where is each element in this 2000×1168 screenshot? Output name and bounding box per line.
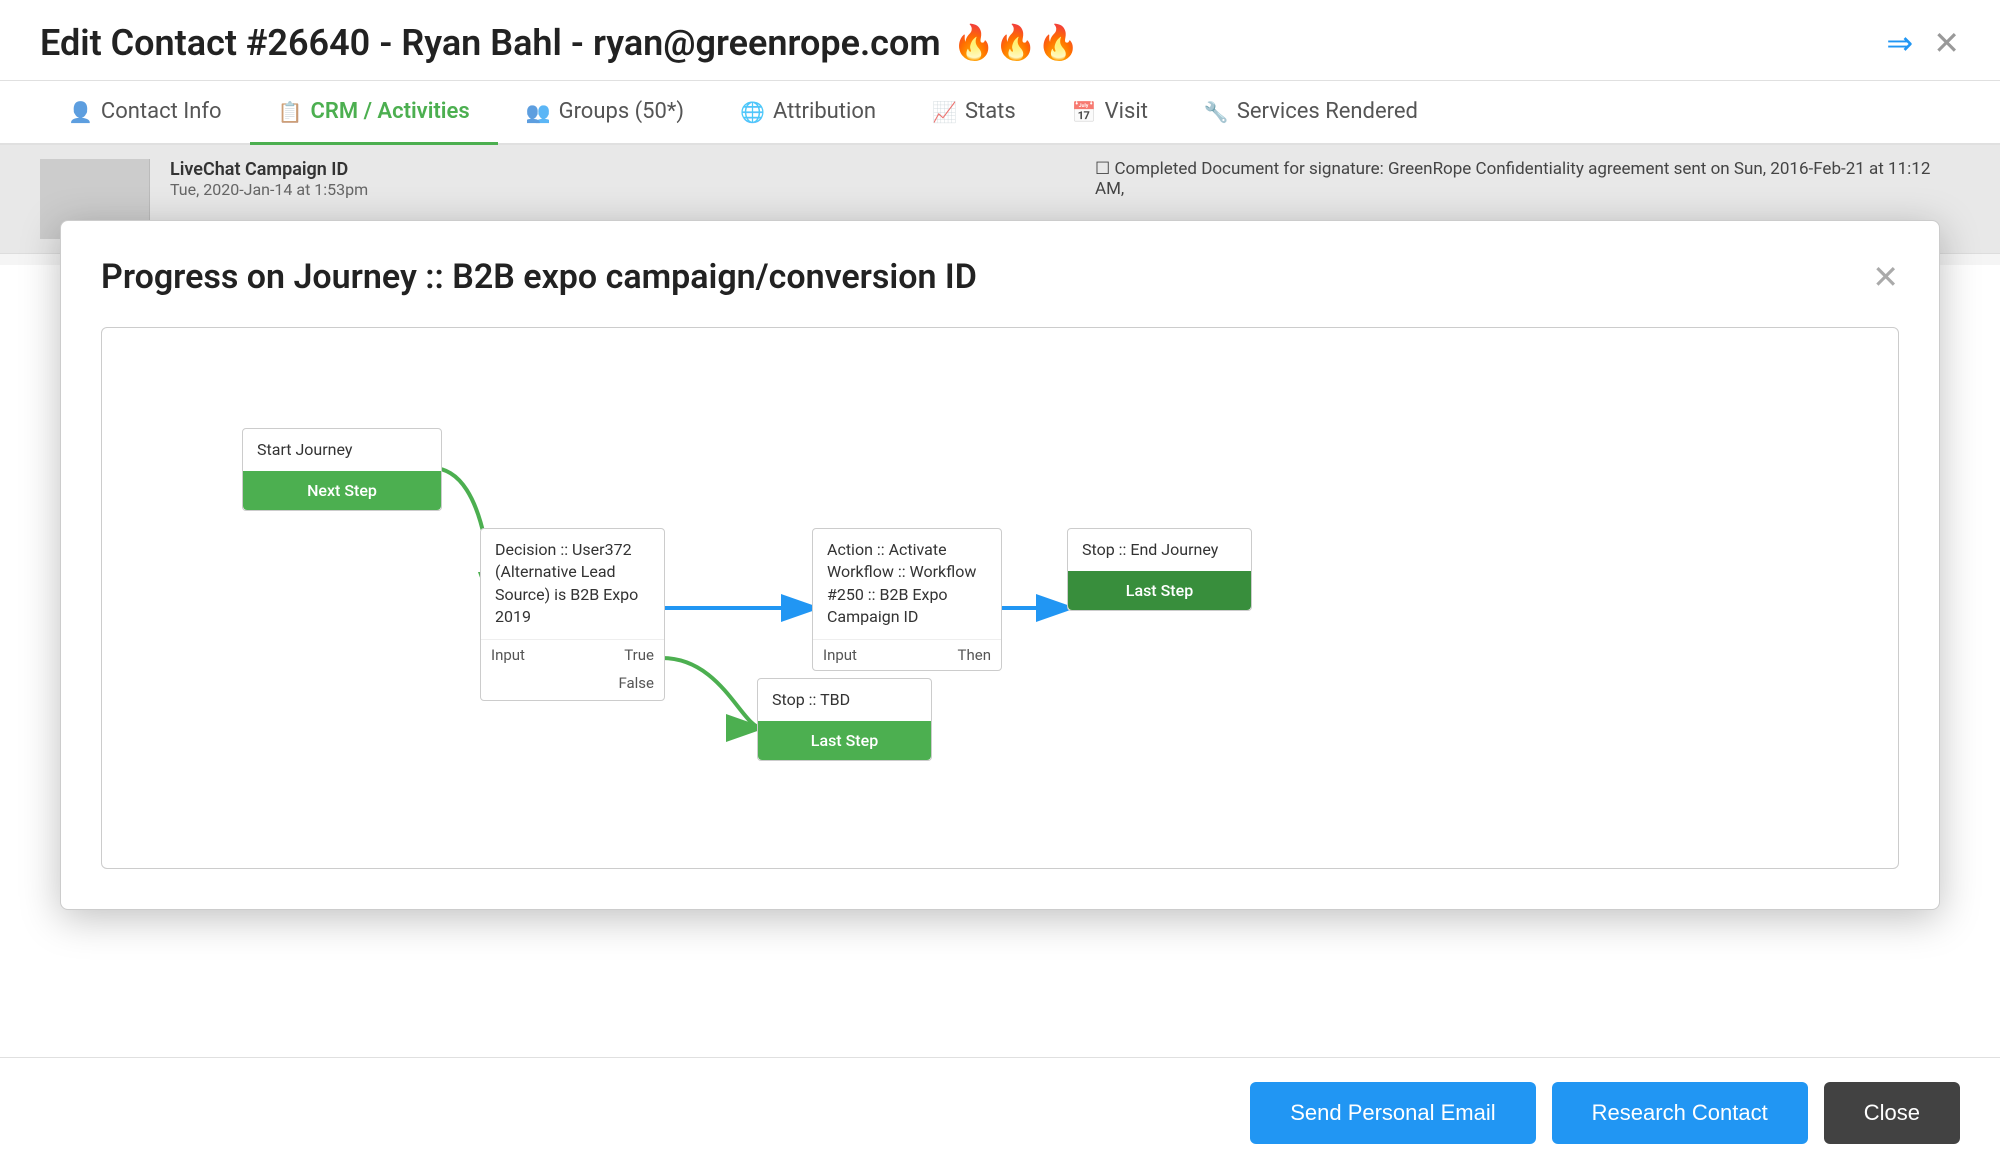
decision-node: Decision :: User372 (Alternative Lead So… [480, 528, 665, 701]
header-actions: ⇒ ✕ [1886, 24, 1960, 62]
navigate-arrow-icon[interactable]: ⇒ [1886, 24, 1913, 62]
stop-end-node: Stop :: End Journey Last Step [1067, 528, 1252, 611]
services-icon: 🔧 [1204, 100, 1229, 124]
tab-visit[interactable]: 📅 Visit [1044, 81, 1176, 145]
modal-title: Progress on Journey :: B2B expo campaign… [101, 257, 977, 297]
tab-contact-info[interactable]: 👤 Contact Info [40, 81, 250, 145]
journey-container: Start Journey Next Step Decision :: User… [101, 327, 1899, 869]
action-then-label: Then [958, 646, 991, 664]
stop-tbd-node: Stop :: TBD Last Step [757, 678, 932, 761]
stop-end-btn[interactable]: Last Step [1068, 571, 1251, 610]
decision-true-label: True [624, 646, 654, 664]
send-personal-email-button[interactable]: Send Personal Email [1250, 1082, 1535, 1144]
tab-groups[interactable]: 👥 Groups (50*) [498, 81, 712, 145]
tab-groups-label: Groups (50*) [559, 99, 684, 124]
modal-close-icon[interactable]: ✕ [1872, 258, 1899, 296]
journey-canvas: Start Journey Next Step Decision :: User… [162, 368, 1838, 828]
bg-cell-label: LiveChat Campaign ID [170, 159, 1035, 180]
action-label: Action :: Activate Workflow :: Workflow … [813, 529, 1001, 639]
stop-tbd-btn[interactable]: Last Step [758, 721, 931, 760]
page-footer: Send Personal Email Research Contact Clo… [0, 1057, 2000, 1168]
tab-contact-info-label: Contact Info [101, 99, 222, 124]
journey-modal: Progress on Journey :: B2B expo campaign… [60, 220, 1940, 910]
start-journey-label: Start Journey [243, 429, 441, 471]
tab-attribution[interactable]: 🌐 Attribution [712, 81, 904, 145]
bg-cell-date: Tue, 2020-Jan-14 at 1:53pm [170, 180, 1035, 199]
tab-attribution-label: Attribution [773, 99, 876, 124]
page-header: Edit Contact #26640 - Ryan Bahl - ryan@g… [0, 0, 2000, 81]
contact-info-icon: 👤 [68, 100, 93, 124]
decision-label: Decision :: User372 (Alternative Lead So… [481, 529, 664, 639]
visit-icon: 📅 [1072, 100, 1097, 124]
action-input-label: Input [823, 646, 857, 664]
tab-services-rendered[interactable]: 🔧 Services Rendered [1176, 81, 1446, 145]
decision-input-label: Input [491, 646, 525, 664]
groups-icon: 👥 [526, 100, 551, 124]
stop-tbd-label: Stop :: TBD [758, 679, 931, 721]
crm-activities-icon: 📋 [278, 100, 303, 124]
stop-end-label: Stop :: End Journey [1068, 529, 1251, 571]
start-next-step-btn[interactable]: Next Step [243, 471, 441, 510]
tab-crm-activities[interactable]: 📋 CRM / Activities [250, 81, 498, 145]
page-title: Edit Contact #26640 - Ryan Bahl - ryan@g… [40, 22, 941, 64]
stats-icon: 📈 [932, 100, 957, 124]
research-contact-button[interactable]: Research Contact [1552, 1082, 1808, 1144]
close-button[interactable]: Close [1824, 1082, 1960, 1144]
modal-header: Progress on Journey :: B2B expo campaign… [101, 257, 1899, 297]
action-node: Action :: Activate Workflow :: Workflow … [812, 528, 1002, 671]
tab-stats[interactable]: 📈 Stats [904, 81, 1044, 145]
tab-visit-label: Visit [1105, 99, 1148, 124]
attribution-icon: 🌐 [740, 100, 765, 124]
tab-stats-label: Stats [965, 99, 1016, 124]
nav-tabs: 👤 Contact Info 📋 CRM / Activities 👥 Grou… [0, 81, 2000, 145]
main-container: Edit Contact #26640 - Ryan Bahl - ryan@g… [0, 0, 2000, 1168]
tab-services-rendered-label: Services Rendered [1237, 99, 1418, 124]
tab-crm-activities-label: CRM / Activities [311, 99, 470, 124]
fire-icons: 🔥🔥🔥 [953, 23, 1080, 63]
start-journey-node: Start Journey Next Step [242, 428, 442, 511]
decision-false-label: False [618, 674, 654, 692]
page-close-icon[interactable]: ✕ [1933, 24, 1960, 62]
